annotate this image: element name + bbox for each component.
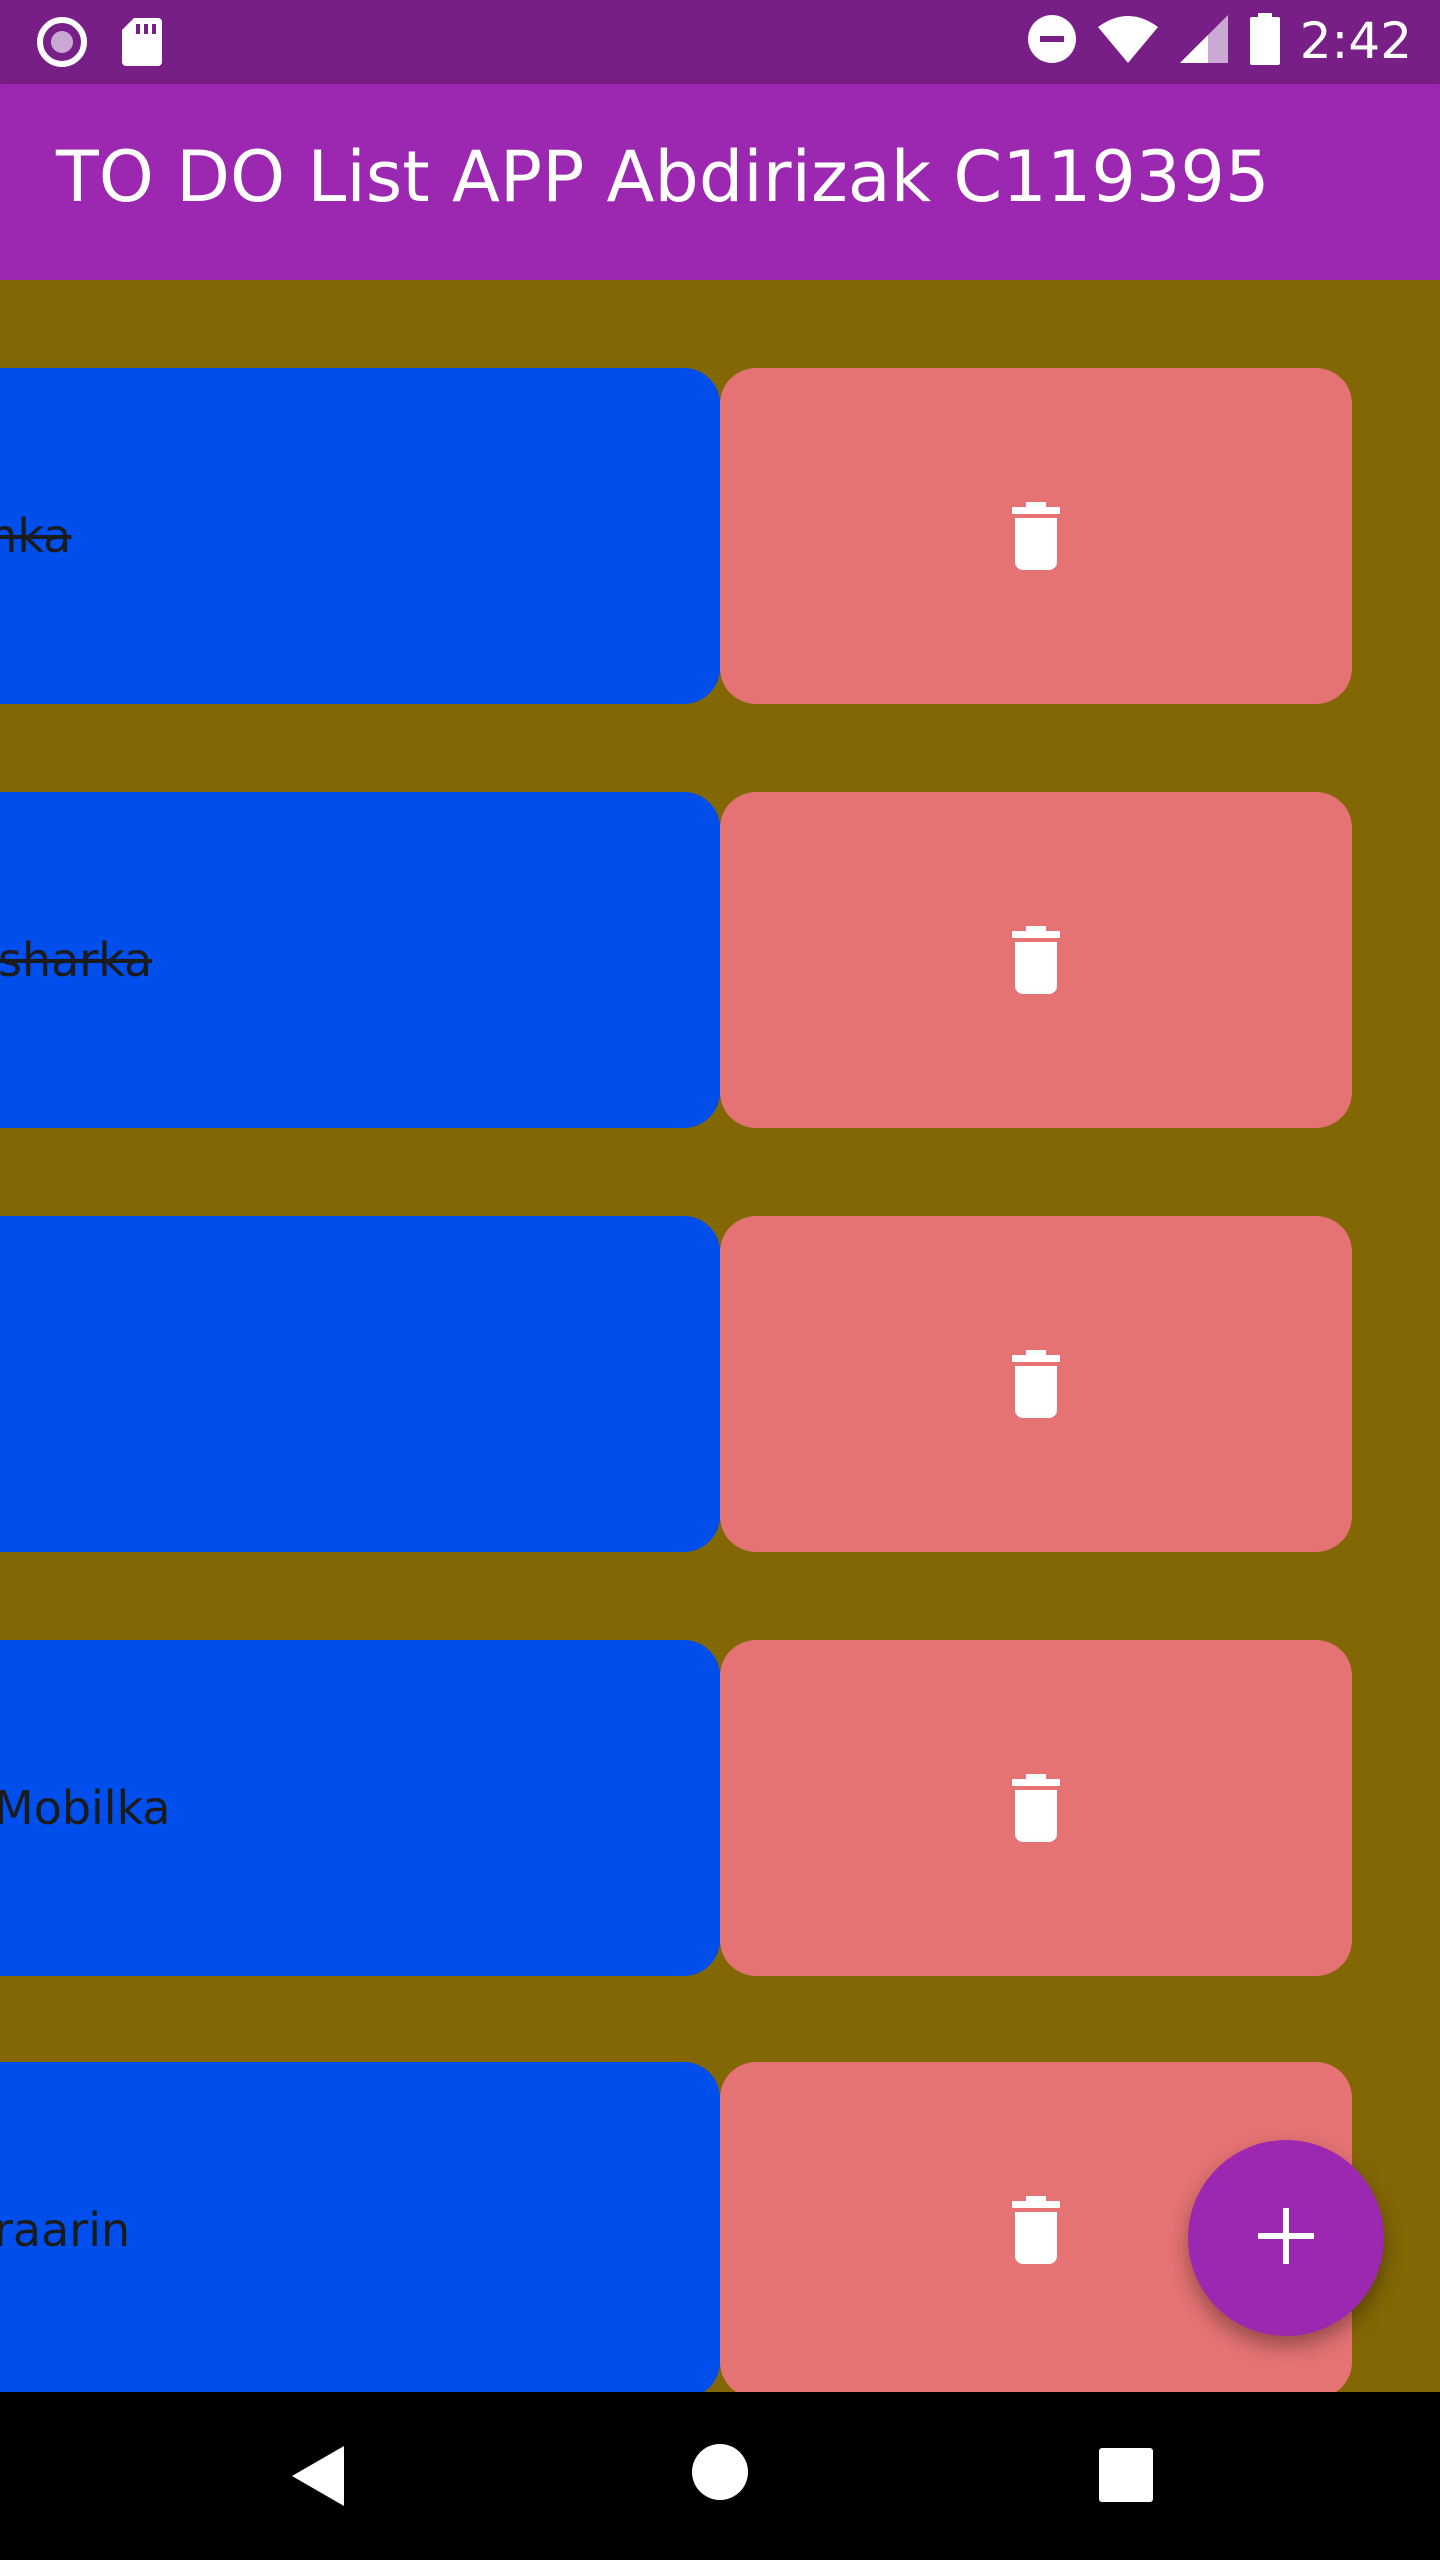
add-task-button[interactable]: [1188, 2140, 1384, 2336]
status-bar: 2:42: [0, 0, 1440, 84]
app-bar: TO DO List APP Abdirizak C119395: [0, 84, 1440, 280]
task-text: raarin: [0, 2203, 131, 2257]
task-text: Mobilka: [0, 1781, 171, 1835]
task-card[interactable]: sharka: [0, 792, 720, 1128]
cell-signal-icon: [1178, 13, 1230, 69]
task-row: anka: [0, 368, 1440, 704]
delete-action[interactable]: [720, 1216, 1352, 1552]
task-row: Mobilka: [0, 1640, 1440, 1976]
app-title: TO DO List APP Abdirizak C119395: [56, 136, 1270, 218]
trash-icon[interactable]: [1008, 502, 1064, 574]
home-icon[interactable]: [692, 2444, 748, 2504]
status-left-icons: [36, 16, 164, 72]
task-card[interactable]: raarin: [0, 2062, 720, 2392]
trash-icon[interactable]: [1008, 1350, 1064, 1422]
task-card[interactable]: Mobilka: [0, 1640, 720, 1976]
do-not-disturb-icon: [1026, 13, 1078, 69]
delete-action[interactable]: [720, 368, 1352, 704]
navigation-bar: [0, 2392, 1440, 2560]
task-text: sharka: [0, 933, 153, 987]
task-list[interactable]: anka sharka Mobilka: [0, 280, 1440, 2392]
delete-action[interactable]: [720, 1640, 1352, 1976]
trash-icon[interactable]: [1008, 1774, 1064, 1846]
record-icon: [36, 16, 88, 72]
recents-icon[interactable]: [1099, 2448, 1153, 2506]
wifi-icon: [1096, 13, 1160, 69]
status-right-icons: 2:42: [1026, 12, 1412, 70]
task-text: anka: [0, 509, 72, 563]
task-card[interactable]: [0, 1216, 720, 1552]
status-time: 2:42: [1299, 12, 1412, 70]
plus-icon: [1258, 2208, 1314, 2268]
sd-card-icon: [120, 16, 164, 72]
battery-icon: [1248, 13, 1282, 69]
trash-icon[interactable]: [1008, 926, 1064, 998]
delete-action[interactable]: [720, 792, 1352, 1128]
trash-icon[interactable]: [1008, 2196, 1064, 2268]
task-row: [0, 1216, 1440, 1552]
back-icon[interactable]: [290, 2444, 346, 2512]
task-card[interactable]: anka: [0, 368, 720, 704]
task-row: sharka: [0, 792, 1440, 1128]
